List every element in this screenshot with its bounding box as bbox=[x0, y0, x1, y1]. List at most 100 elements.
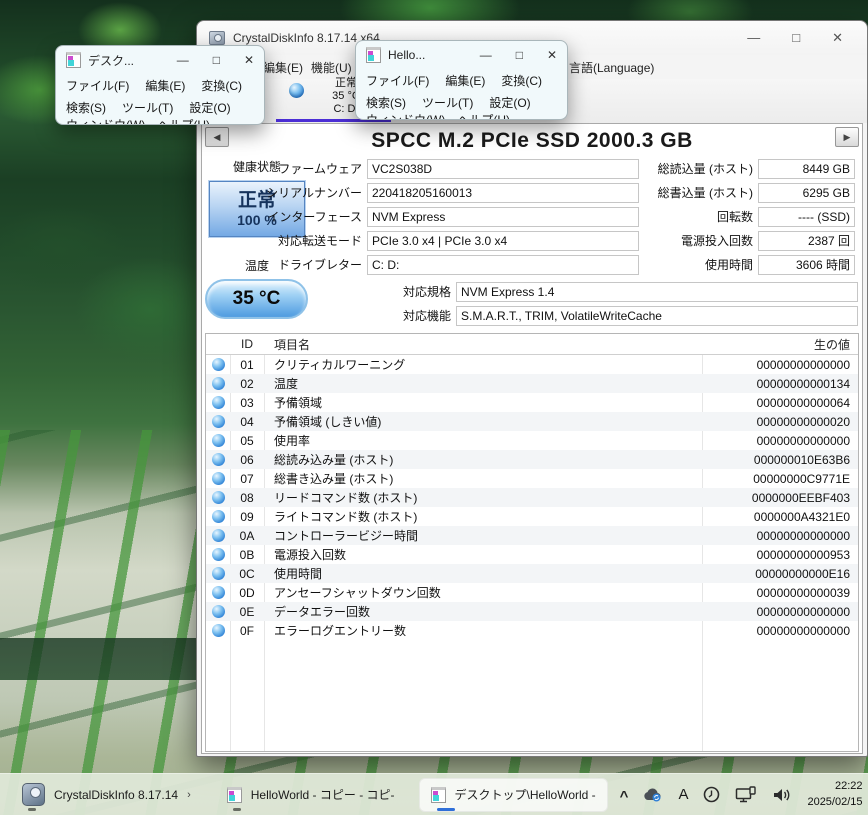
status-orb-icon bbox=[212, 491, 225, 504]
attribute-name: クリティカルワーニング bbox=[264, 356, 708, 373]
smart-table-row: 08リードコマンド数 (ホスト)0000000EEBF403 bbox=[206, 488, 858, 507]
attribute-name: データエラー回数 bbox=[264, 603, 708, 620]
onedrive-cloud-icon[interactable] bbox=[643, 787, 663, 802]
taskbar-clock[interactable]: 22:22 2025/02/15 bbox=[807, 779, 862, 810]
field-label: 対応規格 bbox=[205, 282, 456, 302]
taskbar-item-crystaldiskinfo[interactable]: CrystalDiskInfo 8.17.14 › bbox=[10, 778, 203, 812]
drive-info-field-row: シリアルナンバー220418205160013 bbox=[202, 183, 639, 203]
menu-settings[interactable]: 設定(O) bbox=[489, 94, 530, 111]
status-orb-icon bbox=[212, 567, 225, 580]
crystaldiskinfo-taskbar-icon bbox=[22, 783, 45, 806]
maximize-button[interactable]: □ bbox=[516, 48, 523, 62]
attribute-raw-value: 00000000000134 bbox=[708, 377, 858, 391]
attribute-id: 05 bbox=[230, 434, 264, 448]
attribute-id: 02 bbox=[230, 377, 264, 391]
attribute-id: 04 bbox=[230, 415, 264, 429]
editor2-title-bar[interactable]: Hello... — □ ✕ bbox=[356, 41, 567, 69]
prev-drive-button[interactable]: ◀ bbox=[205, 127, 229, 147]
system-tray: ^ A bbox=[620, 779, 868, 810]
attribute-name: エラーログエントリー数 bbox=[264, 622, 708, 639]
field-value: 2387 回 bbox=[758, 231, 855, 251]
menu-file[interactable]: ファイル(F) bbox=[366, 72, 429, 89]
menu-window-help-clipped[interactable]: ウィンドウ(W) ヘルプ(H) bbox=[66, 118, 210, 125]
drive-info-field-row: 対応規格NVM Express 1.4 bbox=[205, 282, 858, 302]
next-drive-button[interactable]: ▶ bbox=[835, 127, 859, 147]
menu-search[interactable]: 検索(S) bbox=[366, 94, 406, 111]
smart-table-row: 0C使用時間00000000000E16 bbox=[206, 564, 858, 583]
attribute-id: 01 bbox=[230, 358, 264, 372]
close-button[interactable]: ✕ bbox=[547, 48, 557, 62]
crystaldiskinfo-app-icon bbox=[209, 31, 225, 45]
maximize-button[interactable]: □ bbox=[213, 53, 220, 67]
drive-info-fields-right: 総読込量 (ホスト)8449 GB総書込量 (ホスト)6295 GB回転数---… bbox=[582, 159, 855, 279]
network-display-icon[interactable] bbox=[735, 786, 757, 803]
minimize-button[interactable]: — bbox=[177, 53, 189, 67]
menu-settings[interactable]: 設定(O) bbox=[189, 99, 230, 116]
status-orb-icon bbox=[212, 396, 225, 409]
taskbar-item-helloworld[interactable]: HelloWorld - コピー - コピ- bbox=[215, 778, 407, 812]
attribute-raw-value: 0000000EEBF403 bbox=[708, 491, 858, 505]
ime-mode-indicator[interactable]: A bbox=[678, 786, 688, 803]
header-raw-value: 生の値 bbox=[708, 336, 858, 353]
running-indicator bbox=[28, 808, 36, 811]
menu-edit[interactable]: 編集(E) bbox=[263, 59, 303, 76]
status-orb-icon bbox=[212, 510, 225, 523]
drive-info-field-row: 対応転送モードPCIe 3.0 x4 | PCIe 3.0 x4 bbox=[202, 231, 639, 251]
taskbar-item-desktop-helloworld[interactable]: デスクトップ\HelloWorld - bbox=[419, 778, 608, 812]
menu-edit[interactable]: 編集(E) bbox=[445, 72, 485, 89]
crystaldiskinfo-window: CrystalDiskInfo 8.17.14 x64 — □ ✕ 編集(E) … bbox=[196, 20, 868, 757]
menu-function[interactable]: 機能(U) bbox=[311, 59, 352, 76]
clock-app-icon[interactable] bbox=[703, 786, 720, 803]
menu-convert[interactable]: 変換(C) bbox=[501, 72, 542, 89]
status-orb-icon bbox=[212, 434, 225, 447]
attribute-raw-value: 00000000000020 bbox=[708, 415, 858, 429]
menu-window-help-clipped[interactable]: ウィンドウ(W) ヘルプ(H) bbox=[366, 113, 510, 120]
smart-table-row: 0Dアンセーフシャットダウン回数00000000000039 bbox=[206, 583, 858, 602]
drive-info-field-row: インターフェースNVM Express bbox=[202, 207, 639, 227]
drive-info-field-row: 対応機能S.M.A.R.T., TRIM, VolatileWriteCache bbox=[205, 306, 858, 326]
smart-table-row: 01クリティカルワーニング00000000000000 bbox=[206, 355, 858, 374]
attribute-id: 03 bbox=[230, 396, 264, 410]
hidden-icons-chevron-icon[interactable]: ^ bbox=[620, 788, 629, 805]
menu-search[interactable]: 検索(S) bbox=[66, 99, 106, 116]
drive-info-field-row: ファームウェアVC2S038D bbox=[202, 159, 639, 179]
status-orb-icon bbox=[212, 453, 225, 466]
drive-info-field-row: 使用時間3606 時間 bbox=[582, 255, 855, 275]
drive-info-field-row: 総書込量 (ホスト)6295 GB bbox=[582, 183, 855, 203]
minimize-button[interactable]: — bbox=[480, 48, 492, 62]
editor2-title: Hello... bbox=[388, 48, 425, 62]
notepad-icon bbox=[66, 52, 81, 68]
minimize-button[interactable]: — bbox=[747, 30, 760, 46]
menu-language[interactable]: 言語(Language) bbox=[569, 59, 654, 76]
smart-table-row: 09ライトコマンド数 (ホスト)0000000A4321E0 bbox=[206, 507, 858, 526]
field-label: ファームウェア bbox=[202, 159, 367, 179]
attribute-name: 総書き込み量 (ホスト) bbox=[264, 470, 708, 487]
running-indicator bbox=[437, 808, 455, 811]
status-orb-icon bbox=[212, 548, 225, 561]
drive-info-field-row: 電源投入回数2387 回 bbox=[582, 231, 855, 251]
attribute-name: 使用率 bbox=[264, 432, 708, 449]
field-value: 3606 時間 bbox=[758, 255, 855, 275]
attribute-raw-value: 00000000000E16 bbox=[708, 567, 858, 581]
menu-tools[interactable]: ツール(T) bbox=[422, 94, 473, 111]
attribute-raw-value: 00000000000000 bbox=[708, 605, 858, 619]
maximize-button[interactable]: □ bbox=[792, 30, 800, 46]
close-button[interactable]: ✕ bbox=[832, 30, 843, 46]
attribute-id: 09 bbox=[230, 510, 264, 524]
field-value: ---- (SSD) bbox=[758, 207, 855, 227]
tray-time: 22:22 bbox=[807, 779, 862, 794]
close-button[interactable]: ✕ bbox=[244, 53, 254, 67]
attribute-id: 0B bbox=[230, 548, 264, 562]
menu-tools[interactable]: ツール(T) bbox=[122, 99, 173, 116]
speaker-volume-icon[interactable] bbox=[772, 787, 792, 803]
menu-edit[interactable]: 編集(E) bbox=[145, 77, 185, 94]
attribute-name: 予備領域 bbox=[264, 394, 708, 411]
menu-convert[interactable]: 変換(C) bbox=[201, 77, 242, 94]
attribute-name: コントローラービジー時間 bbox=[264, 527, 708, 544]
menu-file[interactable]: ファイル(F) bbox=[66, 77, 129, 94]
field-value: S.M.A.R.T., TRIM, VolatileWriteCache bbox=[456, 306, 858, 326]
field-label: インターフェース bbox=[202, 207, 367, 227]
attribute-id: 0A bbox=[230, 529, 264, 543]
editor1-title-bar[interactable]: デスク... — □ ✕ bbox=[56, 46, 264, 74]
attribute-id: 07 bbox=[230, 472, 264, 486]
